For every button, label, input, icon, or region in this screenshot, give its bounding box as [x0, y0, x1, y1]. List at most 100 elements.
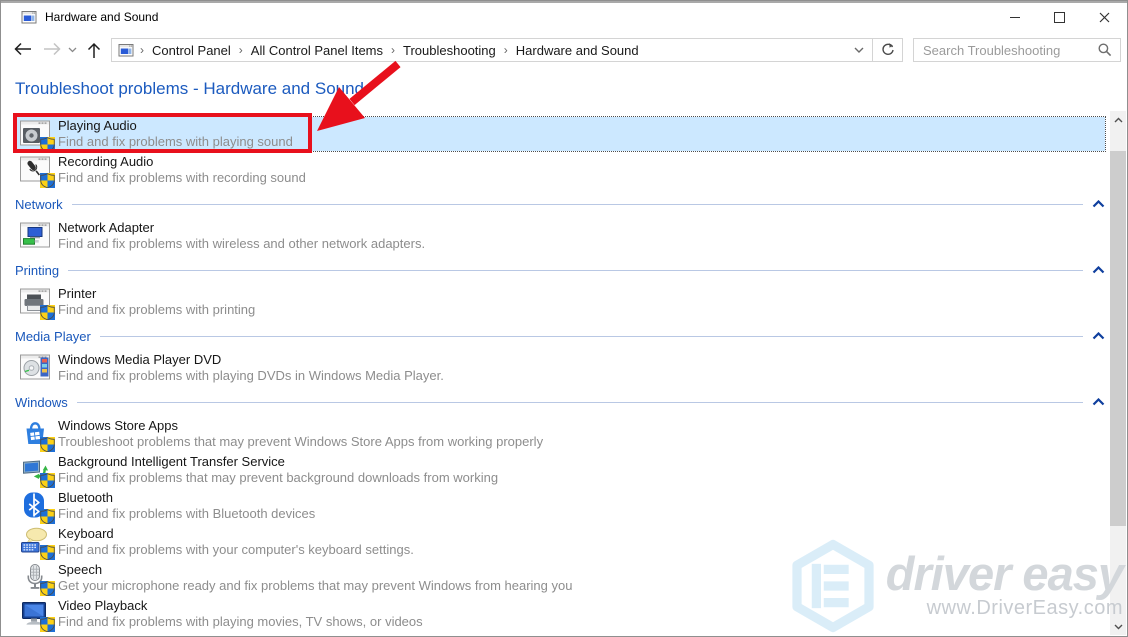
scroll-up-button[interactable] [1110, 111, 1126, 128]
item-description: Find and fix problems with playing sound [58, 134, 293, 149]
list-item-printer[interactable]: Printer Find and fix problems with print… [15, 285, 1105, 319]
store-bag-shield-icon [19, 417, 53, 451]
section-rule [72, 204, 1083, 205]
item-description: Get your microphone ready and fix proble… [58, 578, 572, 593]
section-rule [68, 270, 1083, 271]
dvd-window-icon [19, 351, 53, 385]
maximize-icon [1054, 12, 1065, 23]
collapse-chevron-icon[interactable] [1092, 398, 1105, 406]
breadcrumb-control-panel[interactable]: Control Panel [150, 43, 233, 58]
breadcrumb-separator: › [233, 43, 249, 57]
section-printing: Printing [15, 255, 1105, 285]
control-panel-window-icon [21, 9, 37, 25]
transfer-monitor-shield-icon [19, 453, 53, 487]
minimize-button[interactable] [992, 3, 1037, 31]
section-label: Windows [15, 395, 77, 410]
scrollbar-thumb[interactable] [1110, 151, 1126, 526]
window-title: Hardware and Sound [45, 10, 158, 24]
collapse-chevron-icon[interactable] [1092, 266, 1105, 274]
network-adapter-window-icon [19, 219, 53, 253]
list-item-network-adapter[interactable]: Network Adapter Find and fix problems wi… [15, 219, 1105, 253]
list-item-playing-audio[interactable]: Playing Audio Find and fix problems with… [15, 117, 1105, 151]
magnifier-icon[interactable] [1098, 43, 1112, 57]
search-box [913, 38, 1121, 62]
item-title: Keyboard [58, 526, 414, 542]
item-title: Bluetooth [58, 490, 315, 506]
search-input[interactable] [914, 43, 1098, 58]
uac-shield-icon [40, 509, 55, 524]
scroll-down-icon [1114, 624, 1123, 630]
section-rule [77, 402, 1083, 403]
uac-shield-icon [40, 137, 55, 152]
scroll-up-icon [1114, 117, 1123, 123]
breadcrumb-separator: › [498, 43, 514, 57]
list-item-video-playback[interactable]: Video Playback Find and fix problems wit… [15, 597, 1105, 631]
up-arrow-icon [87, 42, 101, 59]
minimize-icon [1010, 17, 1020, 18]
collapse-chevron-icon[interactable] [1092, 332, 1105, 340]
item-title: Playing Audio [58, 118, 293, 134]
section-windows: Windows [15, 387, 1105, 417]
item-title: Video Playback [58, 598, 423, 614]
section-label: Media Player [15, 329, 100, 344]
item-description: Find and fix problems with playing DVDs … [58, 368, 444, 383]
list-item-windows-media-player-dvd[interactable]: Windows Media Player DVD Find and fix pr… [15, 351, 1105, 385]
address-bar[interactable]: › Control Panel › All Control Panel Item… [111, 38, 873, 62]
keyboard-bubble-shield-icon [19, 525, 53, 559]
bluetooth-shield-icon [19, 489, 53, 523]
item-description: Find and fix problems that may prevent b… [58, 470, 498, 485]
uac-shield-icon [40, 581, 55, 596]
dropdown-chevron-icon [854, 47, 864, 54]
list-item-background-intelligent-transfer-service[interactable]: Background Intelligent Transfer Service … [15, 453, 1105, 487]
breadcrumb-hardware-and-sound[interactable]: Hardware and Sound [514, 43, 641, 58]
forward-button[interactable] [43, 42, 62, 56]
close-button[interactable] [1082, 3, 1127, 31]
list-item-windows-store-apps[interactable]: Windows Store Apps Troubleshoot problems… [15, 417, 1105, 451]
item-title: Speech [58, 562, 572, 578]
item-description: Troubleshoot problems that may prevent W… [58, 434, 543, 449]
list-item-speech[interactable]: Speech Get your microphone ready and fix… [15, 561, 1105, 595]
up-button[interactable] [87, 42, 101, 59]
address-dropdown[interactable] [854, 41, 864, 59]
uac-shield-icon [40, 545, 55, 560]
breadcrumb-troubleshooting[interactable]: Troubleshooting [401, 43, 498, 58]
item-description: Find and fix problems with Bluetooth dev… [58, 506, 315, 521]
item-description: Find and fix problems with your computer… [58, 542, 414, 557]
app-window: Hardware and Sound › Control Panel › A [0, 0, 1128, 637]
scroll-down-button[interactable] [1110, 618, 1126, 635]
printer-window-shield-icon [19, 285, 53, 319]
microphone-window-shield-icon [19, 153, 53, 187]
maximize-button[interactable] [1037, 3, 1082, 31]
troubleshooter-list: Playing Audio Find and fix problems with… [1, 111, 1109, 634]
section-label: Network [15, 197, 72, 212]
item-title: Background Intelligent Transfer Service [58, 454, 498, 470]
refresh-icon [881, 43, 895, 57]
item-description: Find and fix problems with wireless and … [58, 236, 425, 251]
breadcrumb-separator: › [134, 43, 150, 57]
speech-microphone-shield-icon [19, 561, 53, 595]
item-description: Find and fix problems with recording sou… [58, 170, 306, 185]
uac-shield-icon [40, 173, 55, 188]
refresh-button[interactable] [872, 38, 903, 62]
list-item-bluetooth[interactable]: Bluetooth Find and fix problems with Blu… [15, 489, 1105, 523]
control-panel-window-icon [118, 42, 134, 58]
item-title: Recording Audio [58, 154, 306, 170]
page-title: Troubleshoot problems - Hardware and Sou… [15, 79, 364, 99]
recent-pages-dropdown[interactable] [68, 47, 77, 53]
list-item-keyboard[interactable]: Keyboard Find and fix problems with your… [15, 525, 1105, 559]
item-description: Find and fix problems with printing [58, 302, 255, 317]
list-item-recording-audio[interactable]: Recording Audio Find and fix problems wi… [15, 153, 1105, 187]
back-button[interactable] [13, 42, 32, 56]
navigation-toolbar: › Control Panel › All Control Panel Item… [1, 31, 1127, 69]
item-title: Windows Store Apps [58, 418, 543, 434]
breadcrumb-all-items[interactable]: All Control Panel Items [249, 43, 385, 58]
uac-shield-icon [40, 473, 55, 488]
collapse-chevron-icon[interactable] [1092, 200, 1105, 208]
section-label: Printing [15, 263, 68, 278]
section-network: Network [15, 189, 1105, 219]
section-rule [100, 336, 1083, 337]
item-title: Network Adapter [58, 220, 425, 236]
item-title: Printer [58, 286, 255, 302]
speaker-window-shield-icon [19, 117, 53, 151]
vertical-scrollbar[interactable] [1110, 111, 1126, 635]
